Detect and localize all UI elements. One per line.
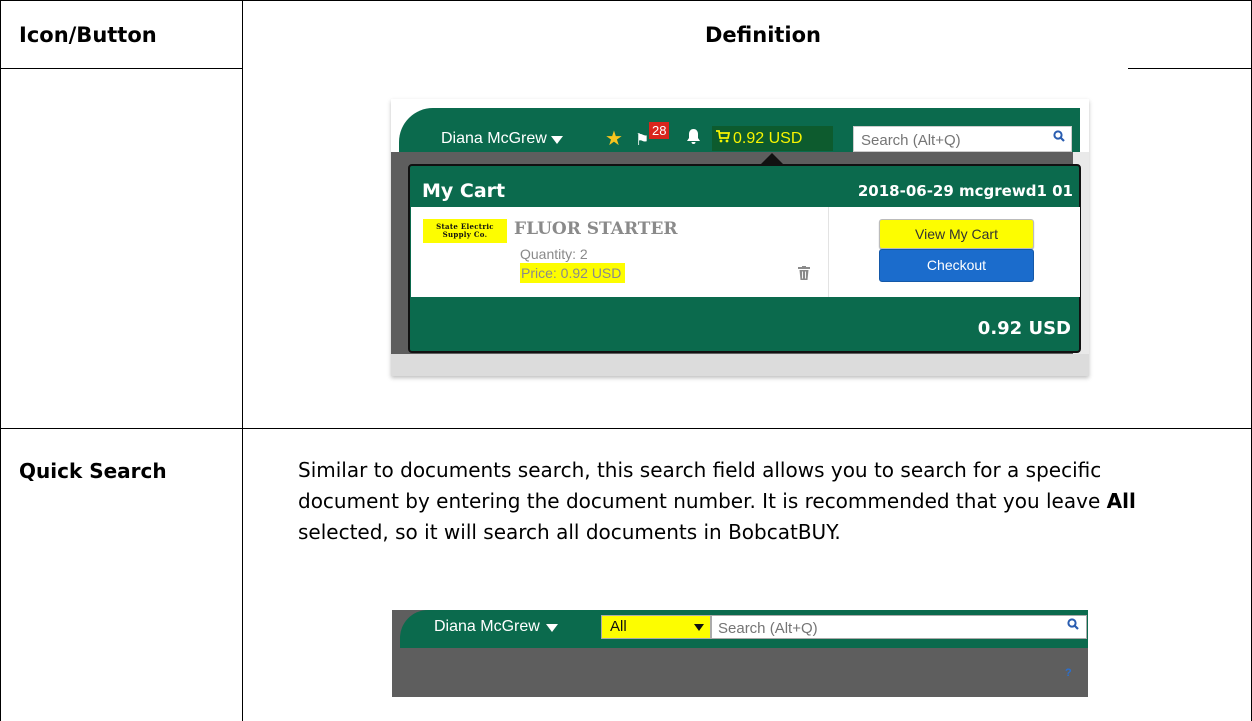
search-icon[interactable] xyxy=(1067,618,1079,633)
description-text-1: Similar to documents search, this search… xyxy=(298,458,1107,513)
supplier-logo-text: State Electric Supply Co. xyxy=(436,222,494,239)
definitions-table: Icon/Button Definition Diana McGrew ★ ⚑ … xyxy=(0,0,1252,721)
cart-title: My Cart xyxy=(422,180,506,202)
help-link[interactable]: ? xyxy=(1065,667,1072,679)
user-menu[interactable]: Diana McGrew xyxy=(441,130,547,148)
caret-down-icon[interactable] xyxy=(546,624,558,632)
flag-icon[interactable]: ⚑ xyxy=(635,130,649,150)
row-divider xyxy=(0,428,1252,429)
star-icon[interactable]: ★ xyxy=(605,126,623,151)
table-border-left xyxy=(0,0,1,721)
header-row-divider-right xyxy=(1128,68,1252,69)
popup-pointer xyxy=(761,153,783,164)
screenshot-bottom-edge xyxy=(391,354,1089,376)
quick-search-box xyxy=(711,615,1087,640)
cart-icon xyxy=(716,126,731,151)
notification-badge: 28 xyxy=(649,122,670,139)
cart-button[interactable]: 0.92 USD xyxy=(712,126,833,151)
search-scope-value: All xyxy=(610,618,627,635)
checkout-button[interactable]: Checkout xyxy=(879,249,1034,282)
quick-search-box xyxy=(853,126,1072,153)
quick-search-screenshot: Diana McGrew All ? xyxy=(392,610,1088,697)
trash-icon[interactable] xyxy=(798,266,810,284)
supplier-logo: State Electric Supply Co. xyxy=(423,219,507,243)
header-row-divider xyxy=(0,68,243,69)
user-menu[interactable]: Diana McGrew xyxy=(434,618,540,636)
top-toolbar: Diana McGrew ★ ⚑ 28 0.92 USD xyxy=(399,108,1080,153)
search-icon[interactable] xyxy=(1053,129,1065,145)
table-border-top xyxy=(0,0,1252,1)
header-definition: Definition xyxy=(705,23,822,47)
quick-search-label: Quick Search xyxy=(19,459,167,483)
quick-search-description: Similar to documents search, this search… xyxy=(298,455,1158,548)
product-quantity: Quantity: 2 xyxy=(520,246,588,262)
header-icon-button: Icon/Button xyxy=(19,23,157,47)
description-bold-all: All xyxy=(1106,489,1136,513)
product-name[interactable]: FLUOR STARTER xyxy=(514,219,678,239)
table-column-divider xyxy=(242,0,243,721)
bell-icon[interactable] xyxy=(686,128,701,150)
quick-search-input[interactable] xyxy=(854,127,1053,153)
my-cart-panel: My Cart 2018-06-29 mcgrewd1 01 State Ele… xyxy=(408,164,1081,353)
description-text-2: selected, so it will search all document… xyxy=(298,520,841,544)
quick-search-input[interactable] xyxy=(712,616,1060,640)
cart-dropdown-screenshot: Diana McGrew ★ ⚑ 28 0.92 USD My Cart xyxy=(391,99,1089,376)
product-price: Price: 0.92 USD xyxy=(520,263,626,283)
view-my-cart-button[interactable]: View My Cart xyxy=(879,219,1034,249)
cart-name[interactable]: 2018-06-29 mcgrewd1 01 xyxy=(858,182,1073,200)
cart-column-divider xyxy=(828,207,829,297)
cart-item: State Electric Supply Co. FLUOR STARTER … xyxy=(411,207,1080,297)
cart-grand-total: 0.92 USD xyxy=(977,318,1071,339)
dropdown-arrow-icon xyxy=(694,624,704,631)
search-scope-select[interactable]: All xyxy=(601,615,711,639)
caret-down-icon[interactable] xyxy=(551,136,563,144)
top-toolbar: Diana McGrew All xyxy=(400,610,1088,648)
cart-total-label: 0.92 USD xyxy=(733,130,803,147)
